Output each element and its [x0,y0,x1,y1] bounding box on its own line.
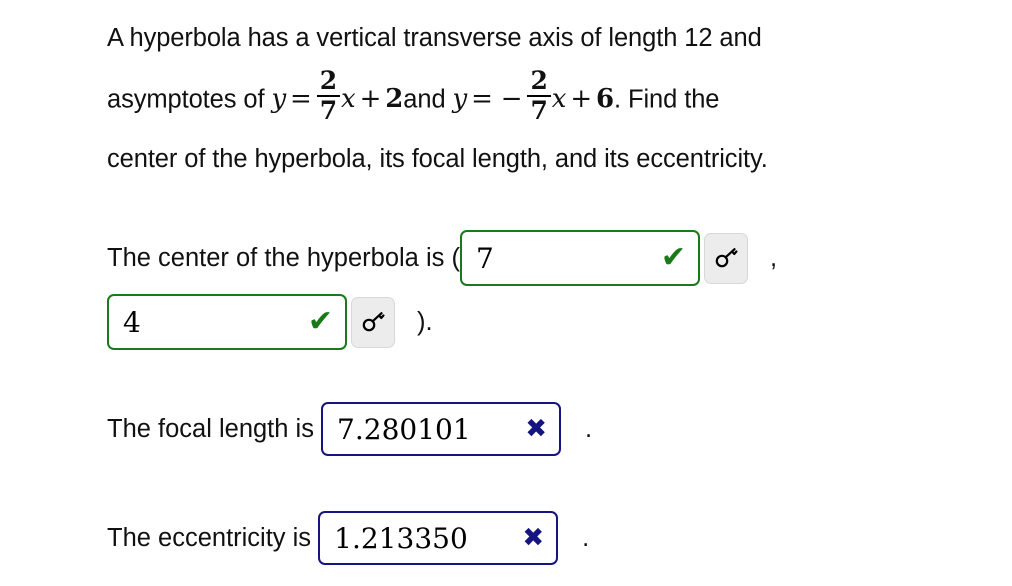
center-y-value: 4 [123,305,141,339]
exercise-content: A hyperbola has a vertical transverse ax… [107,8,977,565]
center-closing-paren: ). [417,307,433,336]
eccentricity-label: The eccentricity is [107,523,319,552]
asymptote-2-y: y [452,84,468,115]
eccentricity-row: The eccentricity is 1.213350 ✖ . [107,511,589,565]
check-icon: ✔ [660,240,686,275]
asymptote-1-fraction: 27 [316,66,341,126]
key-icon [360,309,386,335]
problem-line-2-join: and [403,85,453,114]
focal-length-row: The focal length is 7.280101 ✖ . [107,402,592,456]
key-button-center-y[interactable] [351,296,395,348]
center-prompt-label: The center of the hyperbola is ( [107,243,460,272]
asymptote-2-plus: + [570,84,593,115]
asymptote-2-expression: y = −2 7 x +6 [452,67,615,124]
cross-icon: ✖ [522,523,545,553]
center-answer-row-y: 4 ✔ ). [107,294,433,350]
problem-line-1: A hyperbola has a vertical transverse ax… [107,24,762,52]
check-icon: ✔ [307,304,333,339]
focal-length-value: 7.280101 [337,412,471,446]
asymptote-1-equals: = [290,84,312,115]
problem-line-2-prefix: asymptotes of [107,85,272,114]
asymptote-2-equals: = [471,84,493,115]
focal-length-label: The focal length is [107,414,322,443]
asymptote-2-numerator: 2 [530,66,548,95]
asymptote-1-denominator: 7 [319,96,338,126]
asymptote-2-constant: 6 [596,84,615,115]
problem-line-3: center of the hyperbola, its focal lengt… [107,145,768,174]
asymptote-1-expression: y = 2 7 x +2 [271,67,404,124]
eccentricity-period: . [582,523,590,552]
asymptote-1-y: y [271,84,287,115]
asymptote-2-fraction: 27 [527,66,551,126]
asymptote-1-plus: + [359,84,382,115]
asymptote-2-variable: x [551,84,567,115]
problem-statement: A hyperbola has a vertical transverse ax… [107,8,977,189]
asymptote-1-numerator: 2 [319,66,338,95]
asymptote-2-denominator: 7 [530,96,548,126]
eccentricity-input[interactable]: 1.213350 ✖ [318,511,559,565]
cross-icon: ✖ [525,414,548,444]
asymptote-1-constant: 2 [385,84,404,115]
center-x-input[interactable]: 7 ✔ [459,230,700,286]
exercise-page: A hyperbola has a vertical transverse ax… [0,0,1012,586]
key-button-center-x[interactable] [703,232,748,284]
key-icon [713,245,739,271]
center-separator: , [769,243,778,272]
center-x-value: 7 [475,241,494,275]
asymptote-1-variable: x [341,84,356,115]
asymptote-2-minus: − [500,84,523,115]
focal-length-period: . [585,414,593,443]
center-y-input[interactable]: 4 ✔ [107,294,347,350]
eccentricity-value: 1.213350 [334,521,468,555]
center-answer-row-x: The center of the hyperbola is ( 7 ✔ , [107,230,777,286]
focal-length-input[interactable]: 7.280101 ✖ [321,402,562,456]
problem-line-2-suffix: . Find the [614,85,720,114]
